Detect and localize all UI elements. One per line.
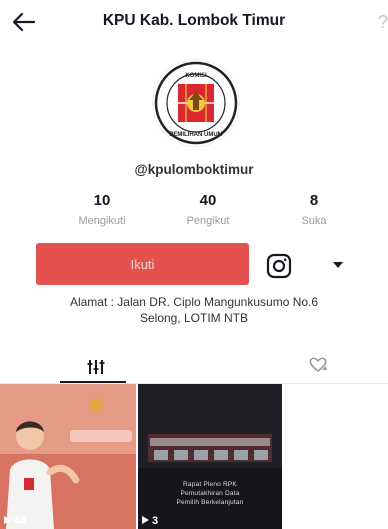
tab-videos[interactable] [68, 352, 124, 382]
bio: Alamat : Jalan DR. Ciplo Mangunkusumo No… [0, 294, 388, 326]
instagram-icon [266, 253, 292, 279]
svg-text:PEMILIHAN UMUM: PEMILIHAN UMUM [169, 132, 222, 138]
more-options-button[interactable] [328, 257, 348, 273]
bio-line: Selong, LOTIM NTB [139, 311, 249, 325]
stat-following-value: 10 [93, 192, 111, 209]
stat-followers-label: Pengikut [186, 215, 230, 227]
stat-followers-value: 40 [199, 192, 217, 209]
username: @kpulomboktimur [134, 162, 254, 177]
edge-glyph: ? [378, 12, 388, 32]
bio-line: Alamat : Jalan DR. Ciplo Mangunkusumo No… [69, 295, 319, 309]
video-thumbnail[interactable]: 44 [0, 384, 136, 529]
stat-followers[interactable]: 40 Pengikut [158, 192, 258, 227]
stat-likes-value: 8 [309, 192, 319, 209]
instagram-button[interactable] [264, 251, 294, 281]
stat-likes: 8 Suka [264, 192, 364, 227]
caret-down-icon [333, 262, 343, 268]
grid-bars-icon [87, 360, 105, 374]
stat-following-label: Mengikuti [78, 215, 126, 227]
view-count: 3 [142, 515, 158, 527]
play-icon [4, 516, 11, 524]
avatar: KOMISI PEMILIHAN UMUM [153, 60, 239, 146]
view-count: 44 [4, 515, 26, 527]
video-caption: Rapat Pleno RPK Pemutakhiran Data Pemili… [176, 481, 244, 506]
follow-button[interactable]: Ikuti [36, 243, 249, 285]
play-icon [142, 516, 149, 524]
video-thumbnail[interactable]: Rapat Pleno RPK Pemutakhiran Data Pemili… [138, 384, 282, 529]
liked-heart-icon [309, 357, 327, 372]
thumbnail-photo [138, 384, 282, 529]
thumbnail-illustration [0, 384, 136, 529]
stat-likes-label: Suka [301, 215, 327, 227]
stat-following[interactable]: 10 Mengikuti [52, 192, 152, 227]
kpu-emblem-icon: KOMISI PEMILIHAN UMUM [154, 61, 238, 145]
page-title: KPU Kab. Lombok Timur [102, 12, 286, 29]
tab-liked[interactable] [300, 350, 336, 380]
svg-text:KOMISI: KOMISI [185, 73, 207, 79]
